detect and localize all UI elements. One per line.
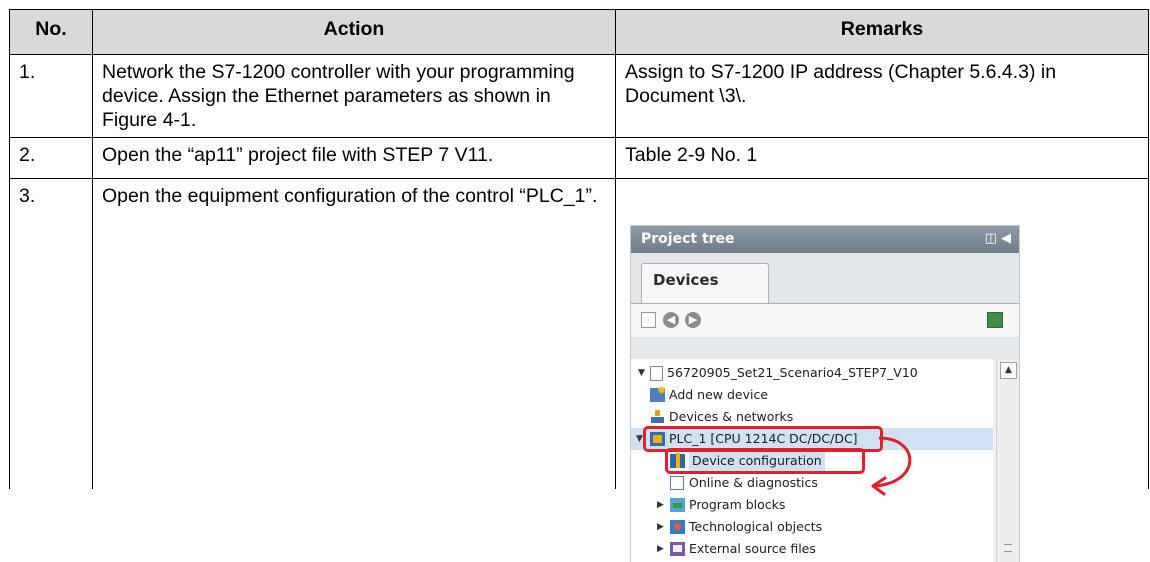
step-remarks: Assign to S7-1200 IP address (Chapter 5.… [615, 54, 1149, 138]
step-number: 1. [9, 54, 93, 138]
forward-icon[interactable]: ▶ [685, 312, 701, 328]
project-tree-title: Project tree [641, 231, 735, 247]
expand-arrow-icon[interactable]: ▶ [657, 538, 664, 560]
step-number: 3. [9, 178, 93, 489]
tree-scrollbar[interactable]: ▲ [996, 359, 1019, 562]
tree-item-label: Program blocks [689, 497, 786, 512]
tree-item-add-device[interactable]: Add new device [631, 380, 993, 406]
tree-item-devices-networks[interactable]: Devices & networks [631, 406, 993, 428]
step-action: Open the equipment configuration of the … [92, 178, 616, 489]
highlight-device-config-box [665, 448, 865, 474]
table-header-row: No. Action Remarks [9, 9, 1149, 55]
tree-item-external-source-files[interactable]: ▶ External source files [631, 538, 993, 560]
add-device-icon [650, 380, 666, 402]
expand-arrow-icon[interactable]: ▶ [657, 516, 664, 538]
project-icon [650, 366, 663, 381]
table-row: 1. Network the S7-1200 controller with y… [9, 54, 1149, 138]
scroll-up-icon[interactable]: ▲ [1000, 362, 1017, 379]
project-tree-screenshot: Project tree ◫ ◀ Devices ◀ ▶ ▼ 56720905_… [630, 225, 1020, 562]
back-icon[interactable]: ◀ [663, 312, 679, 328]
tab-devices-label: Devices [653, 271, 719, 289]
diagnostics-icon [670, 476, 684, 490]
expand-arrow-icon[interactable]: ▼ [636, 428, 643, 450]
step-action: Open the “ap11” project file with STEP 7… [92, 137, 616, 179]
project-tree-titlebar: Project tree ◫ ◀ [631, 226, 1019, 253]
header-action: Action [92, 9, 616, 55]
tree-toolbar: ◀ ▶ [631, 303, 1019, 338]
tree-item-label: Add new device [669, 387, 769, 402]
program-blocks-icon [670, 498, 685, 512]
step-action: Network the S7-1200 controller with your… [92, 54, 616, 138]
project-name: 56720905_Set21_Scenario4_STEP7_V10 [667, 365, 918, 380]
export-icon[interactable] [987, 312, 1003, 328]
tree-spacer [631, 337, 1019, 359]
tree-item-label: Online & diagnostics [689, 475, 818, 490]
tab-devices[interactable]: Devices [641, 263, 769, 304]
new-folder-icon[interactable] [641, 312, 656, 328]
maximize-icon[interactable]: ◫ [985, 231, 997, 246]
table-row: 2. Open the “ap11” project file with STE… [9, 137, 1149, 179]
expand-arrow-icon[interactable]: ▼ [638, 362, 645, 384]
network-icon [650, 410, 665, 424]
scroll-grip-icon[interactable] [1004, 544, 1012, 552]
expand-arrow-icon[interactable]: ▶ [657, 494, 664, 516]
tree-project-node[interactable]: ▼ 56720905_Set21_Scenario4_STEP7_V10 [631, 362, 993, 384]
tree-item-label: External source files [689, 541, 816, 556]
callout-arrow [871, 436, 912, 496]
tab-strip: Devices [631, 253, 1019, 304]
tree-item-label: Technological objects [689, 519, 823, 534]
step-remarks: Table 2-9 No. 1 [615, 137, 1149, 179]
external-files-icon [670, 542, 685, 556]
panel-controls[interactable]: ◫ ◀ [985, 231, 1011, 246]
collapse-left-icon[interactable]: ◀ [1001, 231, 1011, 246]
tree-item-label: Devices & networks [669, 409, 794, 424]
header-remarks: Remarks [615, 9, 1149, 55]
header-no: No. [9, 9, 93, 55]
technology-icon [670, 520, 685, 534]
tree-item-technological-objects[interactable]: ▶ Technological objects [631, 516, 993, 538]
step-number: 2. [9, 137, 93, 179]
